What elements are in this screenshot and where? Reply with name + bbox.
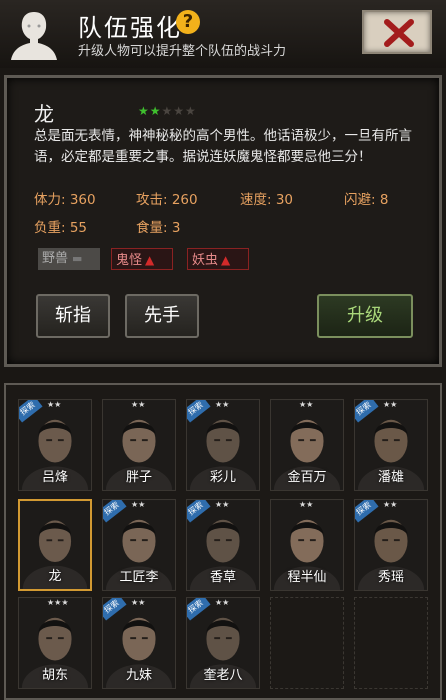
roster-card[interactable]: 探索 ★★ 工匠李 xyxy=(102,499,176,591)
help-icon[interactable]: ? xyxy=(176,10,200,34)
arrow-up-icon: ▲ xyxy=(221,253,231,267)
card-stars: ★★ xyxy=(383,400,398,409)
empty-slot xyxy=(354,597,428,689)
card-name: 工匠李 xyxy=(119,570,159,585)
empty-slot xyxy=(270,597,344,689)
page-title: 队伍强化 xyxy=(78,14,182,42)
stat-hp: 体力: 360 xyxy=(34,192,96,208)
tag-insect: 妖虫 ▲ xyxy=(187,248,249,270)
character-name: 龙 xyxy=(34,102,54,126)
character-detail-panel: 龙 ★★★★★ 总是面无表情，神神秘秘的高个男性。他话语极少，一旦有所言语，必定… xyxy=(4,75,442,367)
card-stars: ★★ xyxy=(215,598,230,607)
roster-grid: 探索 ★★ 吕烽 ★★ 胖子 探索 ★★ 彩儿 ★★ 金百万 探索 ★★ 潘雄龙探索 ★★ 工匠李 探索 ★★ 香… xyxy=(4,383,442,700)
stat-speed: 速度: 30 xyxy=(240,192,294,208)
roster-card[interactable]: 龙 xyxy=(18,499,92,591)
card-stars: ★★★ xyxy=(47,598,69,607)
roster-card[interactable]: ★★ 胖子 xyxy=(102,399,176,491)
roster-card[interactable]: 探索 ★★ 吕烽 xyxy=(18,399,92,491)
card-stars: ★★ xyxy=(131,400,146,409)
card-stars: ★★ xyxy=(299,500,314,509)
card-name: 胖子 xyxy=(125,470,152,485)
roster-card[interactable]: 探索 ★★ 彩儿 xyxy=(186,399,260,491)
character-description: 总是面无表情，神神秘秘的高个男性。他话语极少，一旦有所言语，必定都是重要之事。据… xyxy=(34,128,412,165)
roster-card[interactable]: 探索 ★★ 秀瑶 xyxy=(354,499,428,591)
card-stars: ★★ xyxy=(47,400,62,409)
close-icon xyxy=(384,19,414,47)
arrow-up-icon: ▲ xyxy=(145,253,155,267)
character-silhouette-icon xyxy=(11,12,57,60)
card-name: 胡东 xyxy=(41,668,68,683)
dash-icon: ▬ xyxy=(72,252,83,265)
card-name: 龙 xyxy=(48,569,62,584)
roster-card[interactable]: 探索 ★★ 奎老八 xyxy=(186,597,260,689)
stat-load: 负重: 55 xyxy=(34,220,88,236)
card-stars: ★★ xyxy=(215,400,230,409)
header-bar: 队伍强化 ? 升级人物可以提升整个队伍的战斗力 xyxy=(0,0,446,68)
first-strike-button[interactable]: 先手 xyxy=(125,294,199,338)
roster-card[interactable]: 探索 ★★ 香草 xyxy=(186,499,260,591)
card-name: 金百万 xyxy=(287,470,327,485)
roster-card[interactable]: ★★ 程半仙 xyxy=(270,499,344,591)
roster-card[interactable]: ★★ 金百万 xyxy=(270,399,344,491)
stat-dodge: 闪避: 8 xyxy=(344,192,389,208)
upgrade-button[interactable]: 升级 xyxy=(317,294,413,338)
card-name: 吕烽 xyxy=(41,470,68,485)
card-stars: ★★ xyxy=(215,500,230,509)
close-button[interactable] xyxy=(362,10,432,54)
stat-attack: 攻击: 260 xyxy=(136,192,198,208)
page-subtitle: 升级人物可以提升整个队伍的战斗力 xyxy=(78,44,287,59)
card-name: 彩儿 xyxy=(209,470,236,485)
cut-finger-button[interactable]: 斩指 xyxy=(36,294,110,338)
roster-card[interactable]: 探索 ★★ 九妹 xyxy=(102,597,176,689)
card-stars: ★★ xyxy=(131,598,146,607)
star-filled: ★★ xyxy=(138,104,162,118)
card-name: 程半仙 xyxy=(287,570,327,585)
roster-card[interactable]: 探索 ★★ 潘雄 xyxy=(354,399,428,491)
star-empty: ★★★ xyxy=(161,104,197,118)
roster-card[interactable]: ★★★ 胡东 xyxy=(18,597,92,689)
tag-ghost: 鬼怪 ▲ xyxy=(111,248,173,270)
card-name: 九妹 xyxy=(125,668,152,683)
card-stars: ★★ xyxy=(383,500,398,509)
stat-food: 食量: 3 xyxy=(136,220,181,236)
card-stars: ★★ xyxy=(299,400,314,409)
card-name: 秀瑶 xyxy=(377,570,404,585)
card-name: 香草 xyxy=(209,570,236,585)
card-name: 奎老八 xyxy=(203,668,243,683)
card-stars: ★★ xyxy=(131,500,146,509)
character-stars: ★★★★★ xyxy=(138,104,197,118)
tag-beast: 野兽 ▬ xyxy=(38,248,100,270)
card-name: 潘雄 xyxy=(377,470,404,485)
